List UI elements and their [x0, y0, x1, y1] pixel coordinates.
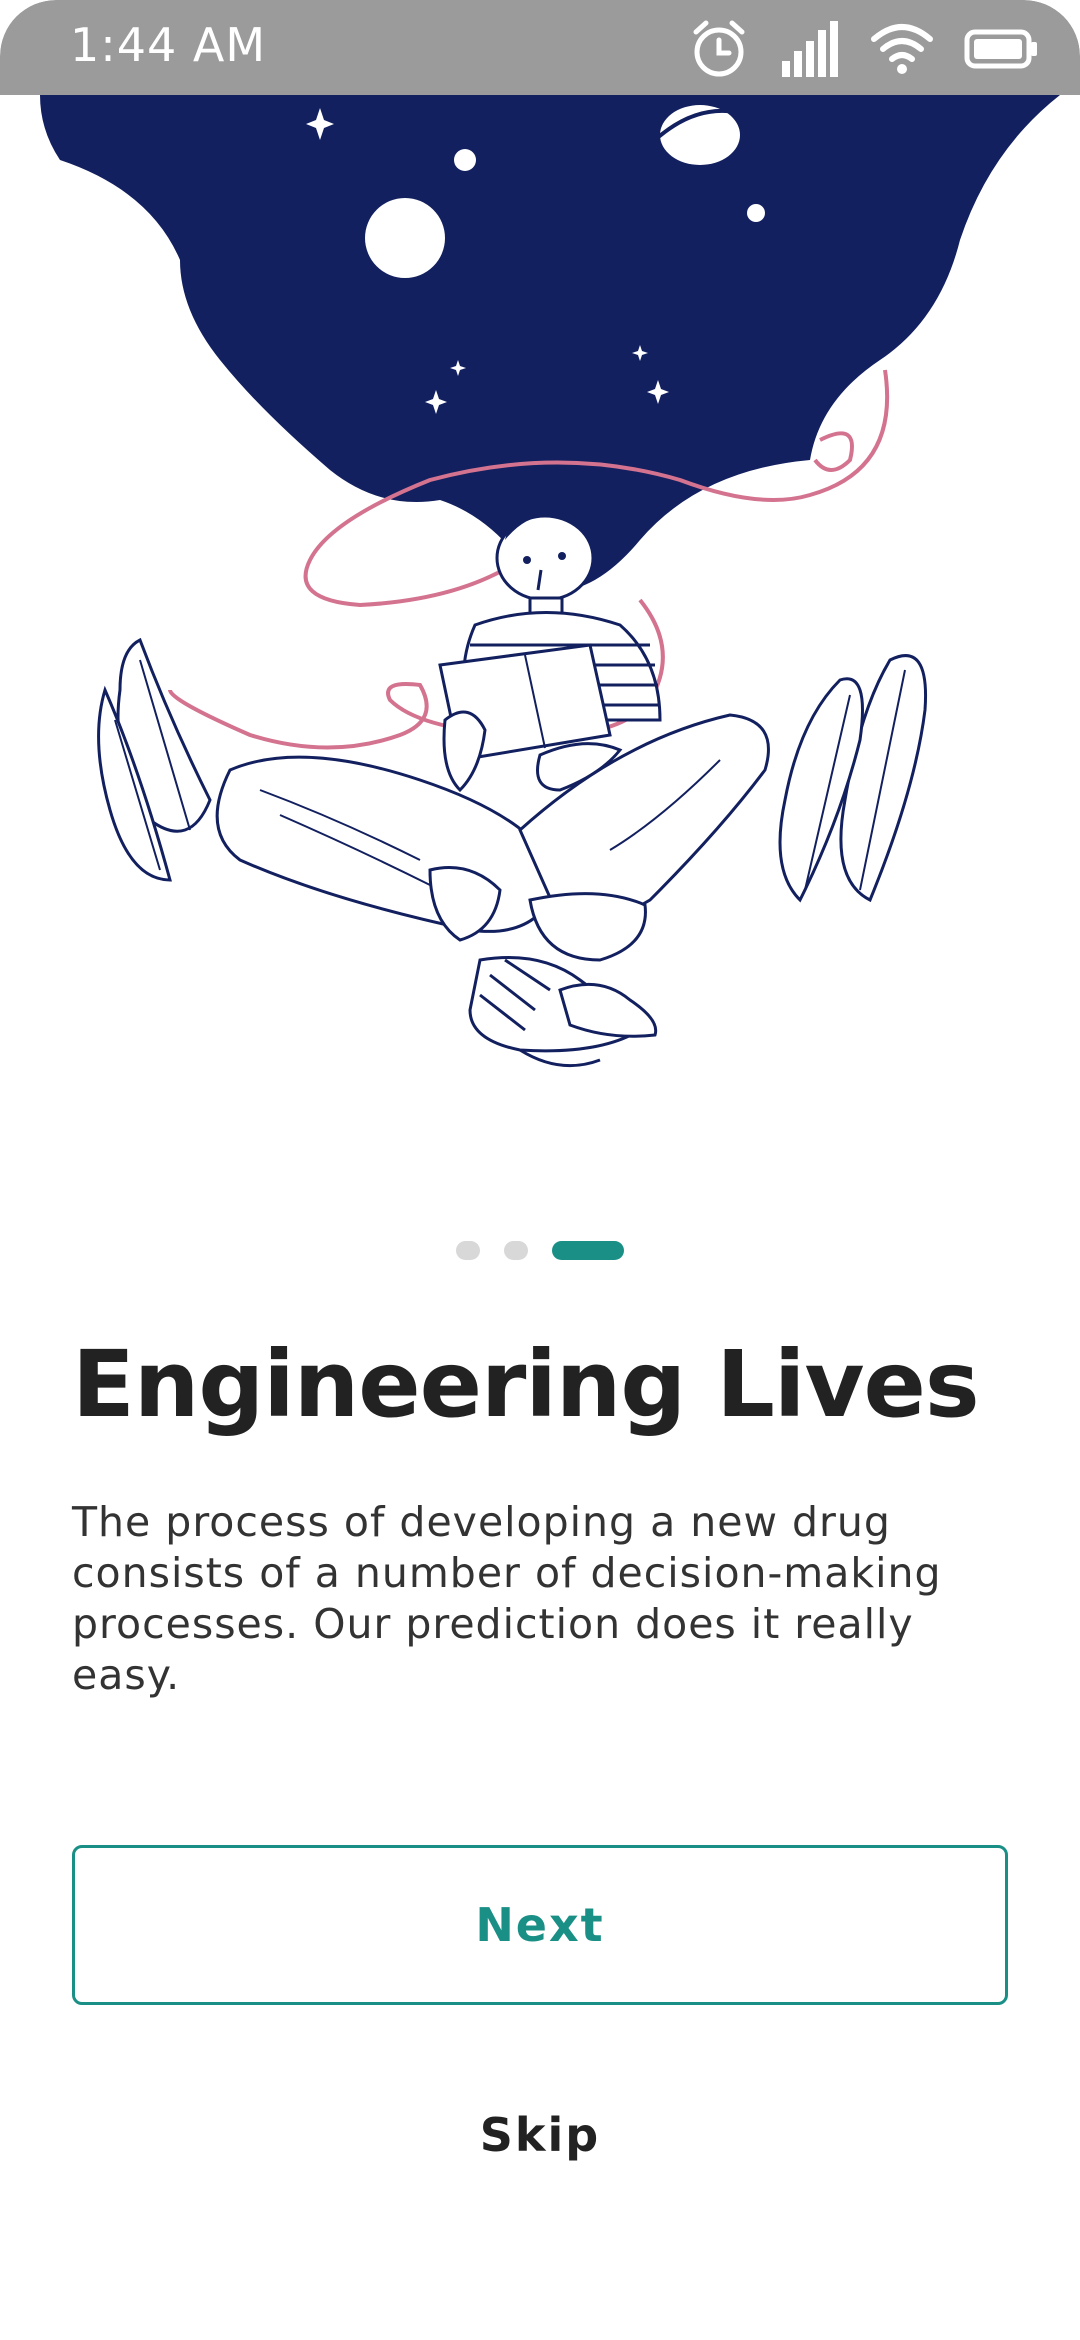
wifi-icon: [870, 21, 934, 77]
signal-icon: [780, 19, 840, 79]
page-dot[interactable]: [456, 1240, 480, 1260]
next-button[interactable]: Next: [72, 1845, 1008, 2005]
skip-button[interactable]: Skip: [340, 2090, 740, 2180]
page-dot-active[interactable]: [552, 1240, 624, 1260]
page-dot[interactable]: [504, 1240, 528, 1260]
status-time: 1:44 AM: [70, 18, 267, 72]
onboarding-screen: 1:44 AM Engineering Lives The process of…: [0, 0, 1080, 2340]
alarm-icon: [688, 18, 750, 80]
page-description: The process of developing a new drug con…: [72, 1498, 942, 1699]
page-title: Engineering Lives: [72, 1331, 980, 1438]
battery-icon: [964, 29, 1040, 69]
status-bar: 1:44 AM: [0, 0, 1080, 95]
onboarding-illustration: [0, 95, 1080, 1095]
status-icons: [688, 14, 1040, 84]
page-indicator: [456, 1240, 624, 1260]
